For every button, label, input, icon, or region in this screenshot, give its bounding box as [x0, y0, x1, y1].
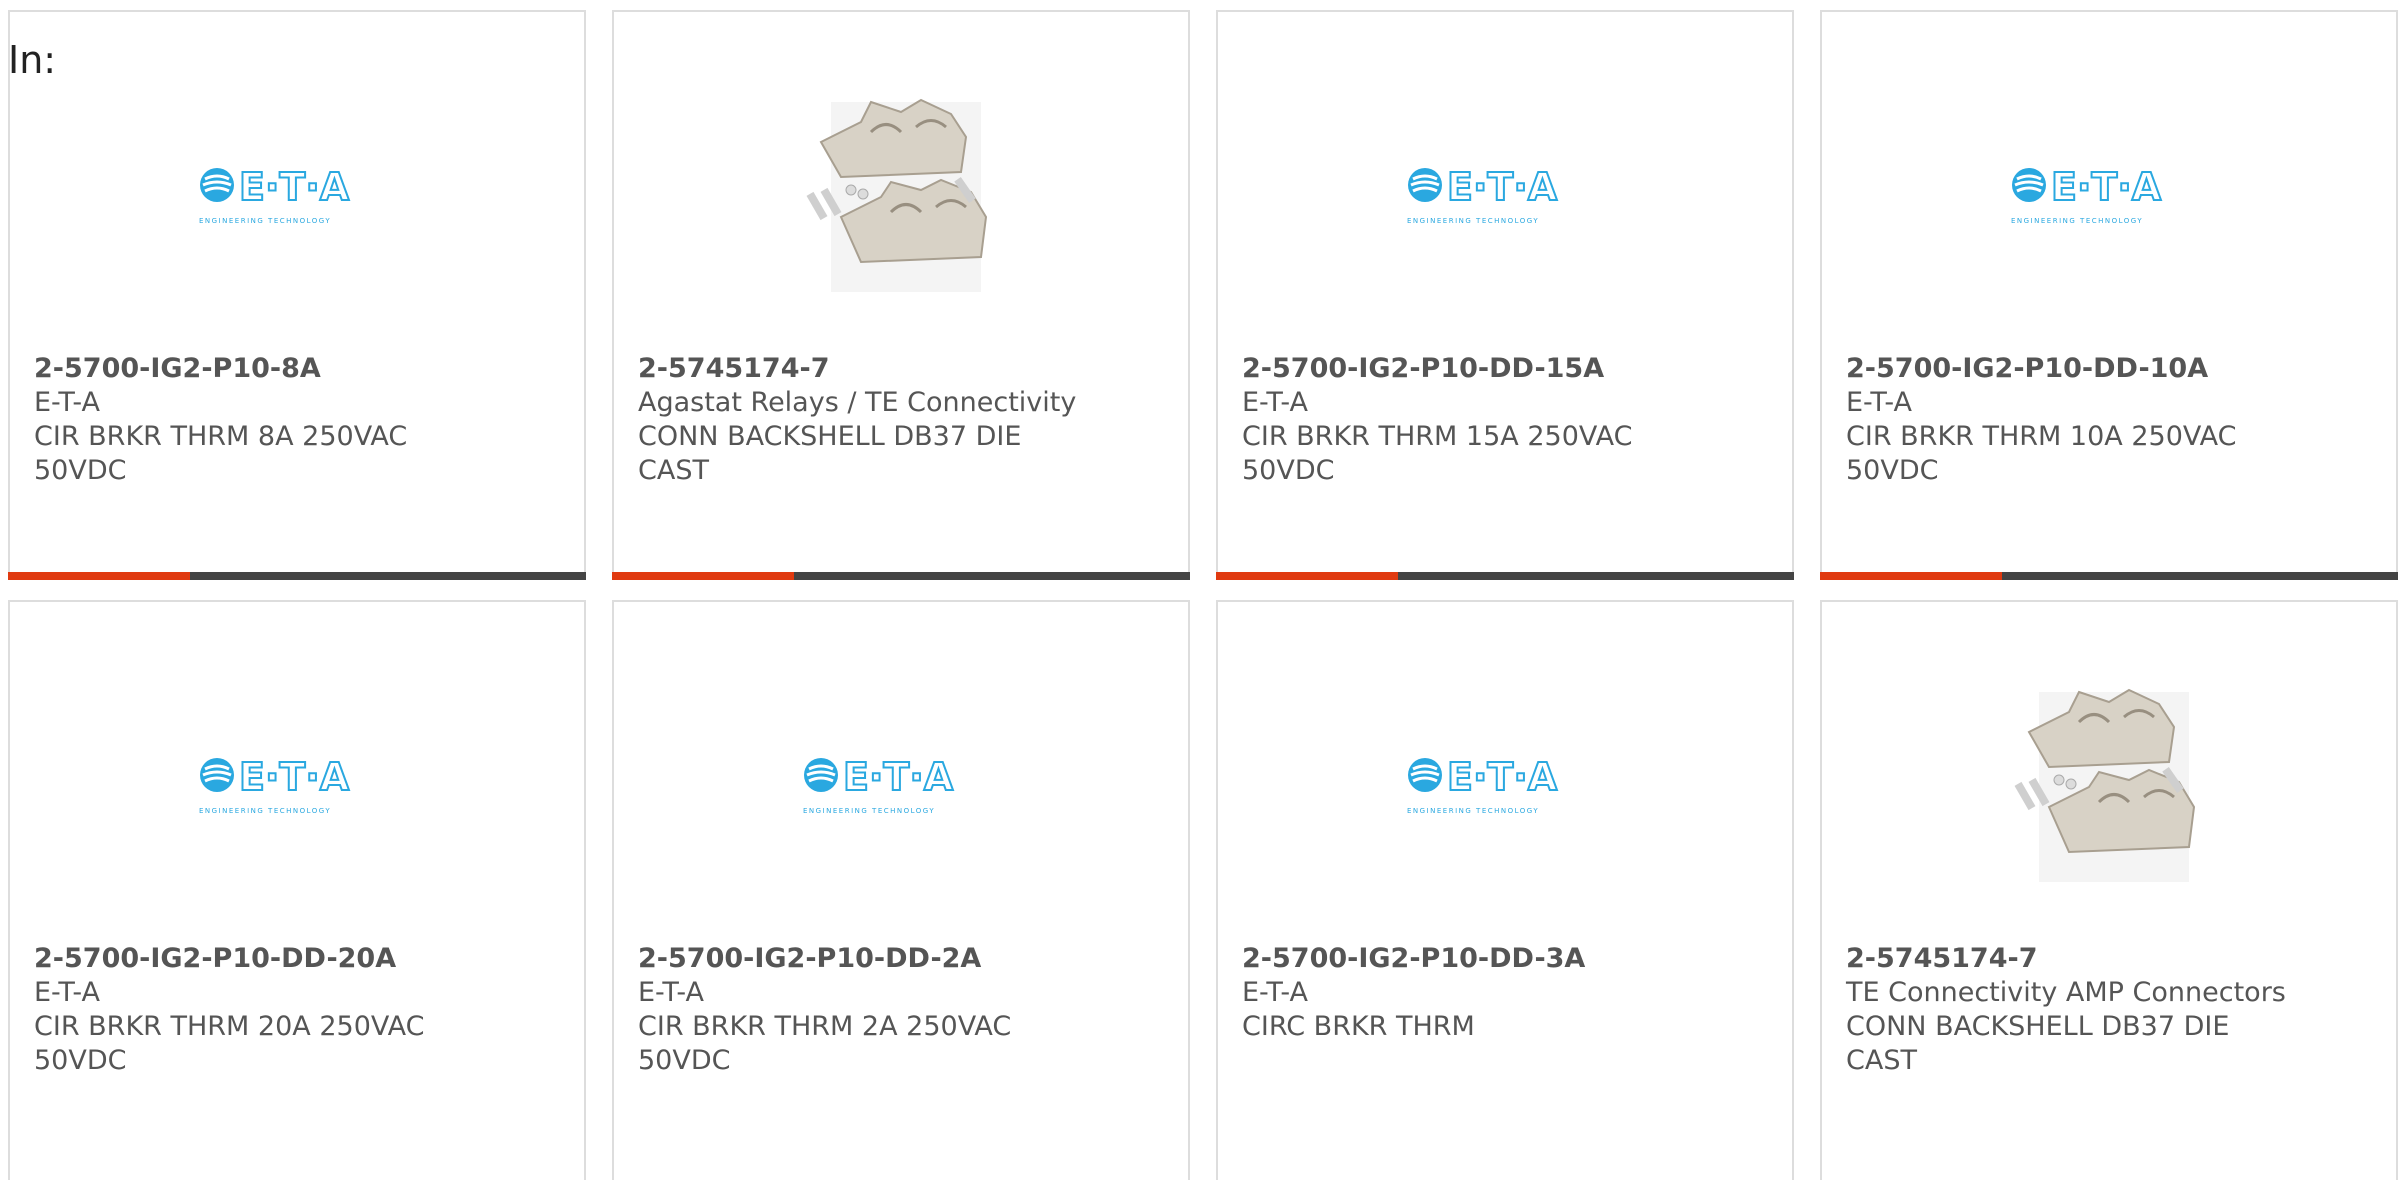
manufacturer: E-T-A	[1242, 977, 1308, 1008]
eta-logo-text: E·T·A	[1447, 165, 1558, 209]
product-card[interactable]: E·T·A ENGINEERING TECHNOLOGY 2-5700-IG2-…	[612, 600, 1190, 1180]
card-bar-accent	[612, 572, 794, 580]
product-info: 2-5700-IG2-P10-8A E-T-A CIR BRKR THRM 8A…	[34, 352, 560, 488]
product-image: E·T·A ENGINEERING TECHNOLOGY	[10, 672, 584, 892]
product-image: E·T·A ENGINEERING TECHNOLOGY	[1218, 672, 1792, 892]
product-card[interactable]: E·T·A ENGINEERING TECHNOLOGY 2-5700-IG2-…	[1216, 10, 1794, 580]
eta-logo-text: E·T·A	[239, 165, 350, 209]
eta-logo-subtext: ENGINEERING TECHNOLOGY	[199, 807, 331, 815]
part-number-link[interactable]: 2-5745174-7	[1846, 942, 2372, 976]
product-card[interactable]: E·T·A ENGINEERING TECHNOLOGY 2-5700-IG2-…	[1820, 10, 2398, 580]
product-grid: E·T·A ENGINEERING TECHNOLOGY 2-5700-IG2-…	[8, 10, 2398, 1180]
product-image	[1822, 672, 2396, 892]
part-number-link[interactable]: 2-5745174-7	[638, 352, 1164, 386]
eta-logo-icon: E·T·A ENGINEERING TECHNOLOGY	[199, 754, 351, 815]
part-number-link[interactable]: 2-5700-IG2-P10-8A	[34, 352, 560, 386]
eta-logo-text: E·T·A	[1447, 755, 1558, 799]
manufacturer: Agastat Relays / TE Connectivity	[638, 387, 1077, 418]
eta-logo-subtext: ENGINEERING TECHNOLOGY	[1407, 807, 1539, 815]
manufacturer: E-T-A	[34, 387, 100, 418]
eta-logo-subtext: ENGINEERING TECHNOLOGY	[2011, 217, 2143, 225]
eta-logo-subtext: ENGINEERING TECHNOLOGY	[803, 807, 935, 815]
product-card[interactable]: E·T·A ENGINEERING TECHNOLOGY 2-5700-IG2-…	[1216, 600, 1794, 1180]
product-card[interactable]: E·T·A ENGINEERING TECHNOLOGY 2-5700-IG2-…	[8, 600, 586, 1180]
product-image	[614, 82, 1188, 302]
card-bar-accent	[1216, 572, 1398, 580]
product-card[interactable]: 2-5745174-7 Agastat Relays / TE Connecti…	[612, 10, 1190, 580]
manufacturer: E-T-A	[1846, 387, 1912, 418]
card-bar	[612, 572, 1190, 580]
product-info: 2-5700-IG2-P10-DD-15A E-T-A CIR BRKR THR…	[1242, 352, 1768, 488]
product-image: E·T·A ENGINEERING TECHNOLOGY	[10, 82, 584, 302]
description: CIR BRKR THRM 10A 250VAC 50VDC	[1846, 421, 2237, 486]
part-number-link[interactable]: 2-5700-IG2-P10-DD-3A	[1242, 942, 1768, 976]
card-bar	[8, 572, 586, 580]
manufacturer: TE Connectivity AMP Connectors	[1846, 977, 2286, 1008]
description: CIRC BRKR THRM	[1242, 1011, 1475, 1042]
product-image: E·T·A ENGINEERING TECHNOLOGY	[1822, 82, 2396, 302]
product-info: 2-5700-IG2-P10-DD-10A E-T-A CIR BRKR THR…	[1846, 352, 2372, 488]
eta-logo-subtext: ENGINEERING TECHNOLOGY	[1407, 217, 1539, 225]
backshell-photo-icon	[2014, 688, 2196, 882]
product-info: 2-5745174-7 Agastat Relays / TE Connecti…	[638, 352, 1164, 488]
card-bar-accent	[8, 572, 190, 580]
description: CONN BACKSHELL DB37 DIE CAST	[638, 421, 1022, 486]
eta-logo-icon: E·T·A ENGINEERING TECHNOLOGY	[2011, 164, 2163, 225]
eta-logo-text: E·T·A	[2051, 165, 2162, 209]
product-info: 2-5700-IG2-P10-DD-2A E-T-A CIR BRKR THRM…	[638, 942, 1164, 1078]
description: CIR BRKR THRM 20A 250VAC 50VDC	[34, 1011, 425, 1076]
description: CONN BACKSHELL DB37 DIE CAST	[1846, 1011, 2230, 1076]
filter-label: In:	[8, 38, 57, 82]
eta-logo-icon: E·T·A ENGINEERING TECHNOLOGY	[1407, 164, 1559, 225]
product-card[interactable]: 2-5745174-7 TE Connectivity AMP Connecto…	[1820, 600, 2398, 1180]
product-card[interactable]: E·T·A ENGINEERING TECHNOLOGY 2-5700-IG2-…	[8, 10, 586, 580]
eta-logo-icon: E·T·A ENGINEERING TECHNOLOGY	[1407, 754, 1559, 815]
part-number-link[interactable]: 2-5700-IG2-P10-DD-15A	[1242, 352, 1768, 386]
description: CIR BRKR THRM 15A 250VAC 50VDC	[1242, 421, 1633, 486]
card-bar	[1216, 572, 1794, 580]
product-info: 2-5745174-7 TE Connectivity AMP Connecto…	[1846, 942, 2372, 1078]
card-bar-accent	[1820, 572, 2002, 580]
part-number-link[interactable]: 2-5700-IG2-P10-DD-2A	[638, 942, 1164, 976]
product-image: E·T·A ENGINEERING TECHNOLOGY	[614, 672, 1188, 892]
product-info: 2-5700-IG2-P10-DD-20A E-T-A CIR BRKR THR…	[34, 942, 560, 1078]
eta-logo-text: E·T·A	[239, 755, 350, 799]
description: CIR BRKR THRM 2A 250VAC 50VDC	[638, 1011, 1012, 1076]
eta-logo-icon: E·T·A ENGINEERING TECHNOLOGY	[803, 754, 955, 815]
backshell-photo-icon	[806, 98, 988, 292]
eta-logo-icon: E·T·A ENGINEERING TECHNOLOGY	[199, 164, 351, 225]
product-image: E·T·A ENGINEERING TECHNOLOGY	[1218, 82, 1792, 302]
product-info: 2-5700-IG2-P10-DD-3A E-T-A CIRC BRKR THR…	[1242, 942, 1768, 1044]
eta-logo-subtext: ENGINEERING TECHNOLOGY	[199, 217, 331, 225]
eta-logo-text: E·T·A	[843, 755, 954, 799]
part-number-link[interactable]: 2-5700-IG2-P10-DD-20A	[34, 942, 560, 976]
manufacturer: E-T-A	[638, 977, 704, 1008]
manufacturer: E-T-A	[34, 977, 100, 1008]
part-number-link[interactable]: 2-5700-IG2-P10-DD-10A	[1846, 352, 2372, 386]
manufacturer: E-T-A	[1242, 387, 1308, 418]
card-bar	[1820, 572, 2398, 580]
description: CIR BRKR THRM 8A 250VAC 50VDC	[34, 421, 408, 486]
